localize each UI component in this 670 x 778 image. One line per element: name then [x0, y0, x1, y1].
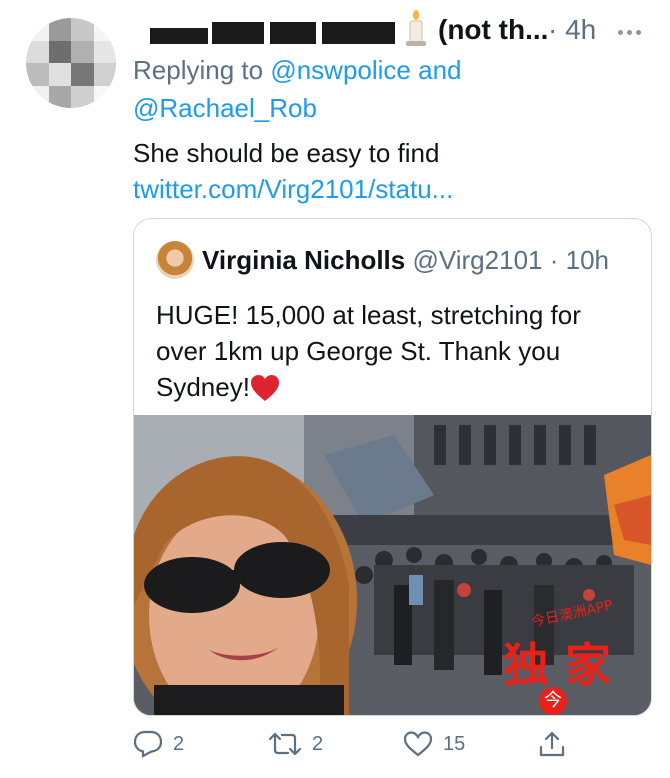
quoted-text-line-1: HUGE! 15,000 at least, stretching for — [156, 300, 581, 330]
avatar[interactable] — [26, 18, 116, 108]
quoted-tweet-card[interactable]: Virginia Nicholls @Virg2101 · 10h HUGE! … — [133, 218, 652, 716]
reply-count: 2 — [173, 732, 185, 755]
red-heart-emoji-icon — [250, 375, 279, 401]
retweet-count: 2 — [312, 732, 324, 755]
tweet-action-bar: 2 2 15 — [133, 730, 643, 760]
quoted-text-line-3: Sydney! — [156, 369, 636, 405]
watermark-badge: 今 — [539, 687, 567, 715]
quoted-text-line-2: over 1km up George St. Thank you — [156, 336, 561, 366]
watermark-main-text: 独 家 — [502, 638, 611, 692]
replying-to-line: Replying to @nswpolice and — [133, 55, 462, 86]
quoted-author-handle[interactable]: @Virg2101 — [412, 245, 542, 275]
quoted-author-name[interactable]: Virginia Nicholls — [202, 245, 405, 275]
reply-icon — [133, 730, 163, 758]
share-icon — [539, 731, 565, 757]
video-thumbnail[interactable]: 今日澳洲APP 独 家 今 — [134, 415, 651, 715]
quoted-tweet-text: HUGE! 15,000 at least, stretching for ov… — [156, 297, 636, 405]
author-name-suffix: (not th... — [438, 14, 549, 45]
watermark: 今日澳洲APP 独 家 今 — [492, 595, 651, 715]
heart-icon — [403, 731, 433, 757]
quoted-time-separator: · — [549, 245, 559, 275]
share-button[interactable] — [538, 730, 566, 758]
replying-and: and — [418, 55, 462, 85]
candle-emoji-icon — [406, 10, 426, 46]
tweet-time-value: 4h — [565, 14, 597, 45]
retweet-button[interactable]: 2 — [268, 730, 323, 758]
like-button[interactable]: 15 — [403, 730, 465, 758]
mention-rachael-rob[interactable]: @Rachael_Rob — [133, 93, 317, 124]
more-options-icon[interactable] — [618, 22, 645, 40]
mention-nswpolice[interactable]: @nswpolice — [270, 55, 411, 85]
quoted-tweet-header: Virginia Nicholls @Virg2101 · 10h — [202, 245, 609, 276]
quoted-author-avatar[interactable] — [156, 241, 194, 279]
reply-button[interactable]: 2 — [133, 730, 184, 758]
tweet-text: She should be easy to find — [133, 138, 440, 168]
tweet-link[interactable]: twitter.com/Virg2101/statu... — [133, 174, 453, 205]
like-count: 15 — [443, 732, 466, 755]
retweet-icon — [268, 732, 302, 756]
tweet-time[interactable]: · 4h — [548, 14, 596, 46]
quoted-text-line-3-text: Sydney! — [156, 372, 250, 402]
replying-to-prefix: Replying to — [133, 55, 264, 85]
quoted-tweet-time[interactable]: 10h — [566, 245, 609, 275]
redacted-author-name — [150, 22, 395, 44]
